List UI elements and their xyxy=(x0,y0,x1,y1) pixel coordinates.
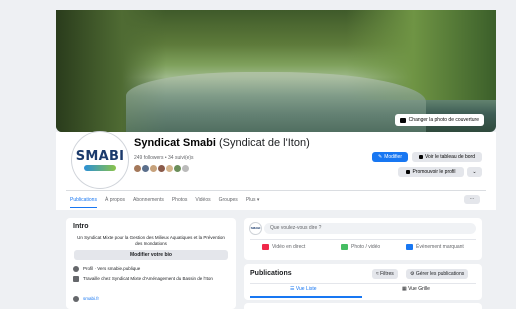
tab-videos[interactable]: Vidéos xyxy=(195,193,210,207)
publications-card: Publications ≈ Filtres ⚙ Gérer les publi… xyxy=(244,264,482,300)
manage-posts-button[interactable]: ⚙ Gérer les publications xyxy=(406,269,469,279)
edit-label: Modifier xyxy=(384,154,402,160)
profile-tabs: Publications À propos Abonnements Photos… xyxy=(70,192,259,208)
post-composer: SMABI Que voulez-vous dire ? Vidéo en di… xyxy=(244,218,482,260)
intro-bio: Un Syndicat Mixte pour la Gestion des Mi… xyxy=(77,235,225,246)
header-divider xyxy=(66,190,486,191)
dashboard-label: Voir le tableau de bord xyxy=(424,154,476,160)
composer-divider xyxy=(250,239,476,240)
edit-bio-button[interactable]: Modifier votre bio xyxy=(74,250,228,260)
photo-video-button[interactable]: Photo / vidéo xyxy=(341,244,380,250)
follower-avatar[interactable] xyxy=(181,164,190,173)
dashboard-icon xyxy=(418,155,423,159)
photo-icon xyxy=(341,244,348,250)
photo-video-label: Photo / vidéo xyxy=(351,244,381,250)
publications-title: Publications xyxy=(250,270,292,277)
live-video-button[interactable]: Vidéo en direct xyxy=(262,244,305,250)
tab-subscriptions[interactable]: Abonnements xyxy=(133,193,164,207)
edit-button[interactable]: ✎ Modifier xyxy=(372,152,408,162)
intro-row-link: smabi.fr xyxy=(73,296,233,302)
link-icon xyxy=(73,296,79,302)
follower-avatars[interactable] xyxy=(133,164,190,174)
intro-row-text[interactable]: smabi.fr xyxy=(83,296,99,302)
change-cover-button[interactable]: Changer la photo de couverture xyxy=(394,114,484,126)
page-name: Syndicat Smabi xyxy=(134,137,216,149)
next-post-card xyxy=(244,303,482,309)
publications-divider xyxy=(250,283,476,284)
camera-icon xyxy=(399,117,406,123)
video-camera-icon xyxy=(262,244,269,250)
intro-row-work: Travaille chez Syndicat Mixte d'Aménagem… xyxy=(73,276,233,282)
life-event-label: Évènement marquant xyxy=(416,244,464,250)
promote-button[interactable]: Promouvoir le profil xyxy=(398,167,464,177)
intro-row-text[interactable]: Travaille chez Syndicat Mixte d'Aménagem… xyxy=(83,276,213,282)
grid-view-tab[interactable]: ▦ Vue Grille xyxy=(402,286,430,292)
logo-wave-icon xyxy=(84,165,116,171)
change-cover-label: Changer la photo de couverture xyxy=(408,117,479,123)
life-event-button[interactable]: Évènement marquant xyxy=(406,244,464,250)
more-actions-button[interactable]: ⌄ xyxy=(467,167,482,177)
intro-title: Intro xyxy=(73,223,89,230)
info-icon xyxy=(73,266,79,272)
briefcase-icon xyxy=(73,276,79,282)
intro-card: Intro Un Syndicat Mixte pour la Gestion … xyxy=(66,218,236,309)
megaphone-icon xyxy=(406,170,411,174)
tab-about[interactable]: À propos xyxy=(105,193,125,207)
tab-photos[interactable]: Photos xyxy=(172,193,188,207)
cover-photo: Changer la photo de couverture xyxy=(56,10,496,132)
pencil-icon: ✎ xyxy=(378,154,383,160)
tab-groups[interactable]: Groupes xyxy=(219,193,238,207)
tabs-more-button[interactable]: ··· xyxy=(464,195,480,204)
live-video-label: Vidéo en direct xyxy=(272,244,306,250)
avatar[interactable]: SMABI xyxy=(72,132,128,188)
logo-text: SMABI xyxy=(75,149,125,164)
follower-count[interactable]: 249 followers • 34 suivi(e)s xyxy=(134,155,194,161)
cover-river xyxy=(126,72,426,132)
promote-label: Promouvoir le profil xyxy=(412,169,456,175)
tab-publications[interactable]: Publications xyxy=(70,193,97,208)
active-view-underline xyxy=(250,296,362,298)
filters-button[interactable]: ≈ Filtres xyxy=(372,269,398,279)
intro-row-text[interactable]: Profil · Vers smabie.publique xyxy=(83,266,140,272)
composer-avatar: SMABI xyxy=(250,223,261,234)
dashboard-button[interactable]: Voir le tableau de bord xyxy=(412,152,482,162)
page-alt-name: (Syndicat de l'Iton) xyxy=(218,137,310,149)
composer-input[interactable]: Que voulez-vous dire ? xyxy=(264,223,476,234)
list-view-tab[interactable]: ☰ Vue Liste xyxy=(290,286,317,292)
chevron-down-icon: ⌄ xyxy=(472,169,477,175)
intro-row-profile: Profil · Vers smabie.publique xyxy=(73,266,233,272)
page-title: Syndicat Smabi (Syndicat de l'Iton) xyxy=(134,137,310,149)
flag-icon xyxy=(406,244,413,250)
tab-more[interactable]: Plus ▾ xyxy=(246,193,260,207)
